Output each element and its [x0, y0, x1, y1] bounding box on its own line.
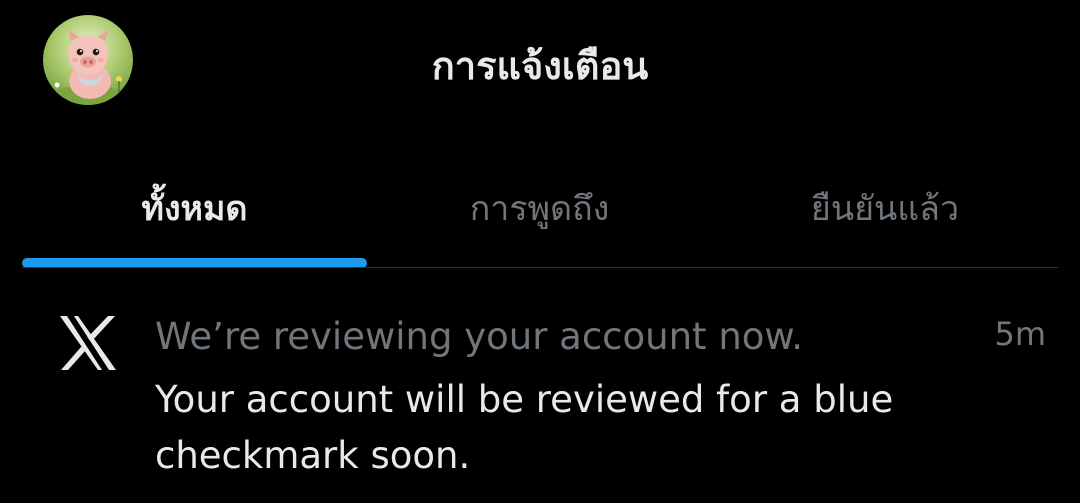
tab-mentions-label: การพูดถึง — [469, 189, 610, 229]
x-logo-icon — [60, 316, 116, 370]
tab-all-label: ทั้งหมด — [141, 189, 248, 229]
notification-body: Your account will be reviewed for a blue… — [155, 378, 894, 477]
notification-item[interactable]: We’re reviewing your account now. 5m You… — [0, 268, 1080, 503]
tab-verified[interactable]: ยืนยันแล้ว — [712, 170, 1058, 268]
notification-headline: We’re reviewing your account now. — [155, 315, 804, 358]
tab-all[interactable]: ทั้งหมด — [22, 170, 367, 268]
page-title: การแจ้งเตือน — [431, 44, 649, 88]
tab-verified-label: ยืนยันแล้ว — [810, 189, 960, 229]
notification-tabs: ทั้งหมด การพูดถึง ยืนยันแล้ว — [22, 170, 1058, 268]
tab-mentions[interactable]: การพูดถึง — [367, 170, 712, 268]
top-app-bar: การแจ้งเตือน — [0, 0, 1080, 140]
notification-timestamp: 5m — [994, 315, 1046, 353]
